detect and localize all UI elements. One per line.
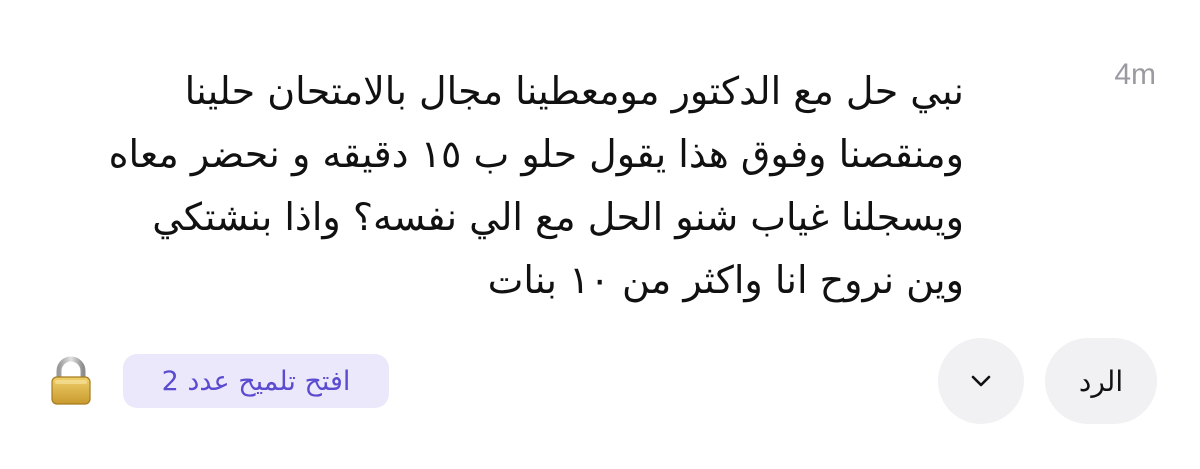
post-message: نبي حل مع الدكتور مومعطينا مجال بالامتحا… bbox=[34, 60, 964, 312]
hint-label: افتح تلميح عدد 2 bbox=[161, 365, 351, 397]
chevron-down-icon bbox=[971, 375, 991, 387]
message-line: وين نروح انا واكثر من ١٠ بنات bbox=[487, 258, 964, 302]
unlock-hint-button[interactable]: افتح تلميح عدد 2 bbox=[123, 354, 389, 408]
message-line: نبي حل مع الدكتور مومعطينا مجال بالامتحا… bbox=[184, 69, 964, 113]
reply-button[interactable]: الرد bbox=[1045, 338, 1157, 424]
message-line: ومنقصنا وفوق هذا يقول حلو ب ١٥ دقيقه و ن… bbox=[108, 132, 964, 176]
lock-icon bbox=[51, 356, 91, 405]
post-timestamp: 4m bbox=[1114, 58, 1156, 91]
expand-button[interactable] bbox=[938, 338, 1024, 424]
message-line: ويسجلنا غياب شنو الحل مع الي نفسه؟ واذا … bbox=[152, 195, 964, 239]
post-card: 4m نبي حل مع الدكتور مومعطينا مجال بالام… bbox=[0, 0, 1200, 469]
reply-button-label: الرد bbox=[1078, 364, 1124, 398]
